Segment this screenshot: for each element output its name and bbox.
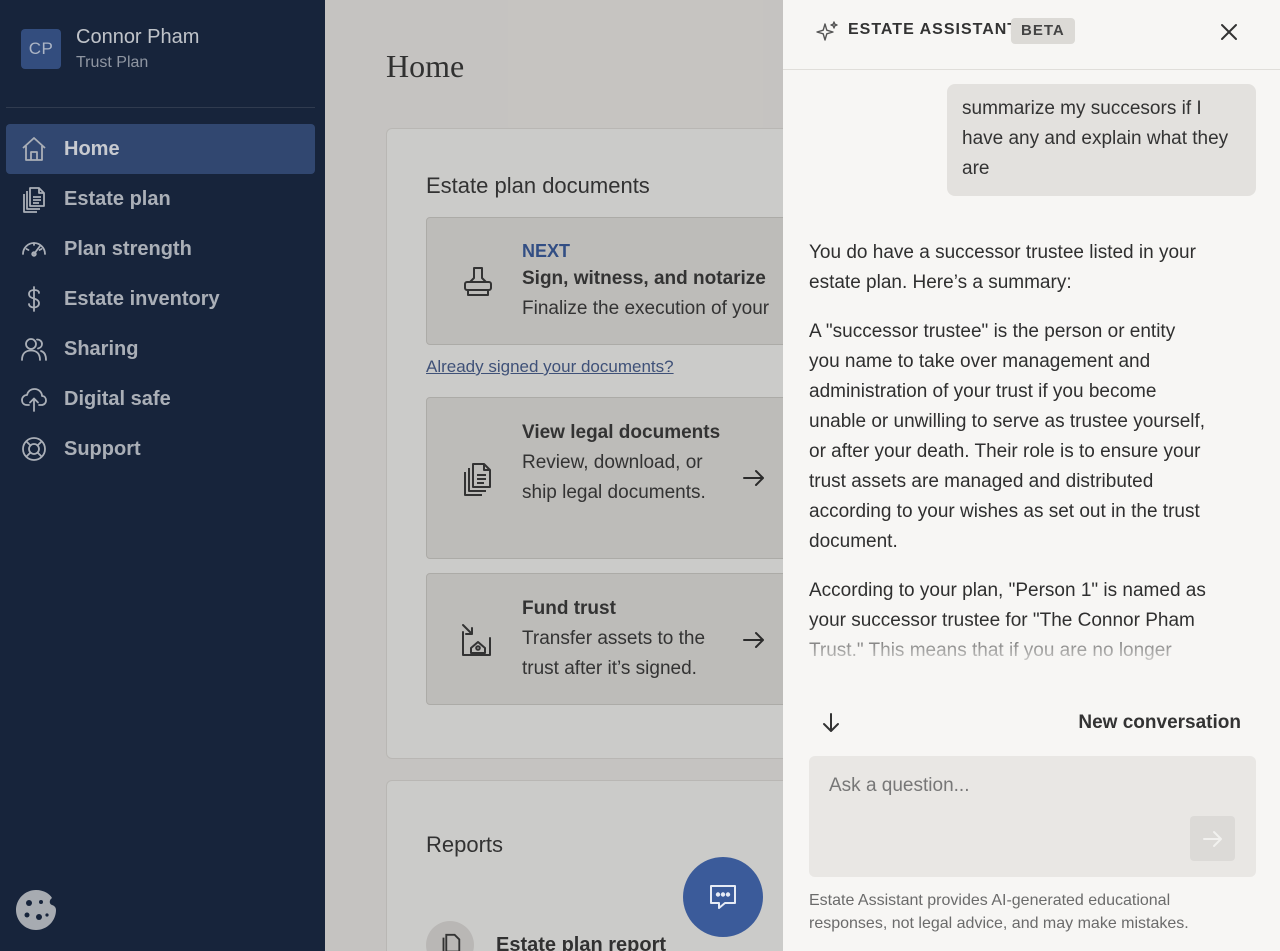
gauge-icon bbox=[22, 242, 46, 257]
sign-witness-notarize-tile[interactable]: NEXT Sign, witness, and notarize Finaliz… bbox=[426, 217, 783, 345]
sidebar-item-plan-strength[interactable]: Plan strength bbox=[6, 224, 315, 274]
assistant-paragraph: You do have a successor trustee listed i… bbox=[809, 242, 1196, 293]
dollar-icon bbox=[28, 286, 40, 312]
stamp-icon bbox=[464, 267, 492, 296]
tile-description: Transfer assets to the trust after it’s … bbox=[522, 628, 706, 679]
sidebar-item-label: Sharing bbox=[64, 337, 139, 360]
estate-assistant-panel: ESTATE ASSISTANT BETA summarize my succe… bbox=[783, 0, 1280, 951]
beta-badge: BETA bbox=[1011, 18, 1075, 44]
transfer-icon bbox=[462, 624, 491, 656]
panel-header: ESTATE ASSISTANT BETA bbox=[783, 0, 1280, 70]
arrow-right-icon bbox=[1202, 830, 1222, 847]
user-profile[interactable]: CP Connor Pham Trust Plan bbox=[21, 24, 199, 74]
estate-plan-documents-card: Estate plan documents NEXT Sign, witness… bbox=[386, 128, 783, 759]
sidebar-nav: Home Estate plan Plan strength Estate in… bbox=[6, 124, 315, 474]
arrow-right-icon bbox=[743, 632, 764, 648]
sidebar-item-label: Support bbox=[64, 437, 141, 460]
documents-icon bbox=[23, 187, 45, 213]
sidebar-item-estate-inventory[interactable]: Estate inventory bbox=[6, 274, 315, 324]
disclaimer-text: Estate Assistant provides AI-generated e… bbox=[809, 892, 1189, 932]
arrow-down-icon[interactable] bbox=[819, 711, 843, 735]
fund-trust-tile[interactable]: Fund trust Transfer assets to the trust … bbox=[426, 573, 783, 705]
people-icon bbox=[21, 338, 47, 361]
sidebar-item-label: Digital safe bbox=[64, 387, 171, 410]
sidebar-item-label: Plan strength bbox=[64, 237, 192, 260]
report-title: Estate plan report bbox=[496, 933, 667, 951]
view-legal-documents-tile[interactable]: View legal documents Review, download, o… bbox=[426, 397, 783, 559]
user-message: summarize my succesors if I have any and… bbox=[947, 84, 1256, 196]
arrow-right-icon bbox=[743, 470, 764, 486]
assistant-paragraph: A "successor trustee" is the person or e… bbox=[809, 321, 1206, 552]
tile-title: View legal documents bbox=[522, 422, 721, 443]
page-title: Home bbox=[386, 48, 465, 84]
sidebar-item-label: Home bbox=[64, 137, 120, 160]
conversation-toolbar: New conversation bbox=[783, 665, 1280, 755]
main-content: Home Estate plan documents NEXT Sign, wi… bbox=[325, 0, 783, 951]
sidebar-item-digital-safe[interactable]: Digital safe bbox=[6, 374, 315, 424]
sidebar-item-estate-plan[interactable]: Estate plan bbox=[6, 174, 315, 224]
panel-title: ESTATE ASSISTANT bbox=[848, 21, 1019, 38]
home-icon bbox=[22, 137, 46, 161]
message-list[interactable]: summarize my succesors if I have any and… bbox=[783, 70, 1280, 665]
sparkle-icon bbox=[816, 21, 838, 41]
user-name: Connor Pham bbox=[76, 26, 200, 48]
cloud-upload-icon bbox=[21, 388, 47, 412]
sidebar-item-label: Estate plan bbox=[64, 187, 171, 210]
documents-icon bbox=[464, 463, 491, 496]
chat-icon bbox=[710, 885, 736, 909]
card-title: Reports bbox=[426, 832, 504, 857]
card-title: Estate plan documents bbox=[426, 173, 650, 198]
tile-description: Finalize the execution of your bbox=[522, 298, 770, 319]
sidebar: CP Connor Pham Trust Plan Home Estate pl… bbox=[0, 0, 325, 951]
already-signed-link[interactable]: Already signed your documents? bbox=[426, 357, 674, 377]
close-icon[interactable] bbox=[1217, 20, 1241, 44]
sidebar-item-support[interactable]: Support bbox=[6, 424, 315, 474]
scroll-fade bbox=[783, 625, 1280, 665]
lifebuoy-icon bbox=[22, 437, 46, 461]
sidebar-item-home[interactable]: Home bbox=[6, 124, 315, 174]
estate-plan-report-item[interactable]: Estate plan report bbox=[426, 921, 666, 951]
next-label: NEXT bbox=[522, 241, 571, 261]
assistant-message: You do have a successor trustee listed i… bbox=[809, 238, 1209, 665]
question-input[interactable] bbox=[809, 756, 1256, 877]
report-icon-wrapper bbox=[426, 921, 474, 951]
cookie-icon[interactable] bbox=[14, 888, 58, 932]
sidebar-item-sharing[interactable]: Sharing bbox=[6, 324, 315, 374]
sidebar-item-label: Estate inventory bbox=[64, 287, 220, 310]
new-conversation-button[interactable]: New conversation bbox=[1078, 712, 1241, 734]
tile-description: Review, download, or ship legal document… bbox=[522, 452, 706, 503]
chat-button[interactable] bbox=[683, 857, 763, 937]
user-plan: Trust Plan bbox=[76, 54, 149, 71]
question-input-box bbox=[809, 756, 1256, 877]
sidebar-divider bbox=[6, 107, 315, 108]
documents-icon bbox=[442, 933, 461, 951]
send-button[interactable] bbox=[1190, 816, 1235, 861]
tile-title: Fund trust bbox=[522, 598, 616, 619]
tile-title: Sign, witness, and notarize bbox=[522, 268, 766, 289]
avatar[interactable]: CP bbox=[21, 29, 61, 69]
